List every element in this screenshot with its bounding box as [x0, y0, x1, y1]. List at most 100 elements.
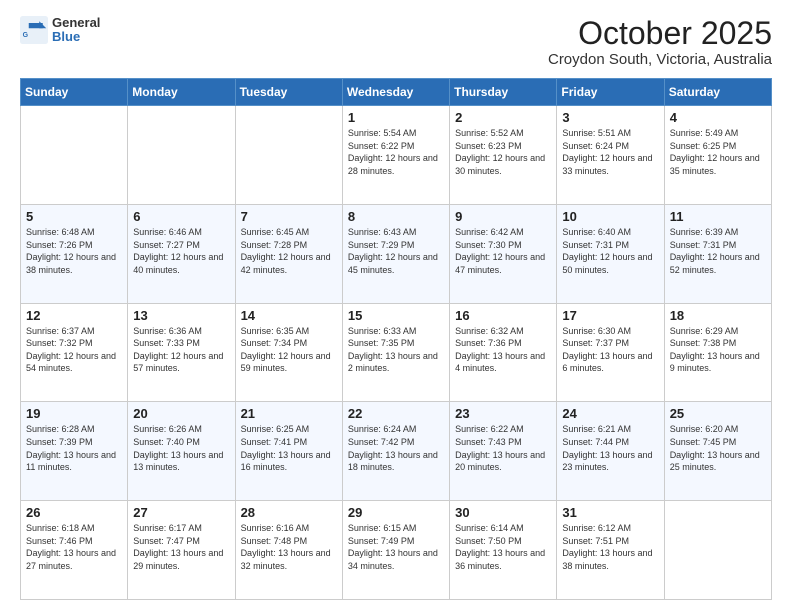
- day-info: Sunrise: 6:32 AM Sunset: 7:36 PM Dayligh…: [455, 325, 551, 375]
- page: G General Blue October 2025 Croydon Sout…: [0, 0, 792, 612]
- day-number: 27: [133, 505, 229, 520]
- day-number: 26: [26, 505, 122, 520]
- calendar-cell: 28 Sunrise: 6:16 AM Sunset: 7:48 PM Dayli…: [235, 501, 342, 600]
- day-number: 30: [455, 505, 551, 520]
- calendar-cell: [664, 501, 771, 600]
- day-info: Sunrise: 6:33 AM Sunset: 7:35 PM Dayligh…: [348, 325, 444, 375]
- calendar-cell: 7 Sunrise: 6:45 AM Sunset: 7:28 PM Daylig…: [235, 204, 342, 303]
- day-number: 28: [241, 505, 337, 520]
- header-day-sunday: Sunday: [21, 79, 128, 106]
- calendar-cell: 14 Sunrise: 6:35 AM Sunset: 7:34 PM Dayli…: [235, 303, 342, 402]
- day-number: 23: [455, 406, 551, 421]
- day-number: 29: [348, 505, 444, 520]
- calendar-cell: [21, 106, 128, 205]
- calendar-cell: 29 Sunrise: 6:15 AM Sunset: 7:49 PM Dayli…: [342, 501, 449, 600]
- day-info: Sunrise: 6:39 AM Sunset: 7:31 PM Dayligh…: [670, 226, 766, 276]
- logo-general: General: [52, 16, 100, 30]
- day-number: 10: [562, 209, 658, 224]
- day-number: 20: [133, 406, 229, 421]
- calendar-cell: 19Sunrise: 6:28 AM Sunset: 7:39 PM Dayli…: [21, 402, 128, 501]
- calendar-cell: 25Sunrise: 6:20 AM Sunset: 7:45 PM Dayli…: [664, 402, 771, 501]
- calendar-cell: 11 Sunrise: 6:39 AM Sunset: 7:31 PM Dayli…: [664, 204, 771, 303]
- week-row-0: 1 Sunrise: 5:54 AM Sunset: 6:22 PM Daylig…: [21, 106, 772, 205]
- day-info: Sunrise: 6:24 AM Sunset: 7:42 PM Dayligh…: [348, 423, 444, 473]
- day-number: 1: [348, 110, 444, 125]
- calendar-cell: 1 Sunrise: 5:54 AM Sunset: 6:22 PM Daylig…: [342, 106, 449, 205]
- week-row-1: 5Sunrise: 6:48 AM Sunset: 7:26 PM Daylig…: [21, 204, 772, 303]
- day-number: 24: [562, 406, 658, 421]
- calendar-cell: 8 Sunrise: 6:43 AM Sunset: 7:29 PM Daylig…: [342, 204, 449, 303]
- page-subtitle: Croydon South, Victoria, Australia: [548, 51, 772, 68]
- header: G General Blue October 2025 Croydon Sout…: [20, 16, 772, 68]
- day-number: 8: [348, 209, 444, 224]
- header-day-monday: Monday: [128, 79, 235, 106]
- day-info: Sunrise: 6:15 AM Sunset: 7:49 PM Dayligh…: [348, 522, 444, 572]
- day-info: Sunrise: 6:36 AM Sunset: 7:33 PM Dayligh…: [133, 325, 229, 375]
- calendar-cell: 15 Sunrise: 6:33 AM Sunset: 7:35 PM Dayli…: [342, 303, 449, 402]
- day-number: 2: [455, 110, 551, 125]
- calendar-cell: 5Sunrise: 6:48 AM Sunset: 7:26 PM Daylig…: [21, 204, 128, 303]
- calendar-cell: 26Sunrise: 6:18 AM Sunset: 7:46 PM Dayli…: [21, 501, 128, 600]
- day-info: Sunrise: 6:30 AM Sunset: 7:37 PM Dayligh…: [562, 325, 658, 375]
- week-row-4: 26Sunrise: 6:18 AM Sunset: 7:46 PM Dayli…: [21, 501, 772, 600]
- day-info: Sunrise: 6:37 AM Sunset: 7:32 PM Dayligh…: [26, 325, 122, 375]
- week-row-2: 12 Sunrise: 6:37 AM Sunset: 7:32 PM Dayli…: [21, 303, 772, 402]
- day-info: Sunrise: 6:46 AM Sunset: 7:27 PM Dayligh…: [133, 226, 229, 276]
- logo-blue: Blue: [52, 30, 100, 44]
- day-number: 9: [455, 209, 551, 224]
- day-number: 14: [241, 308, 337, 323]
- logo: G General Blue: [20, 16, 100, 45]
- day-info: Sunrise: 6:17 AM Sunset: 7:47 PM Dayligh…: [133, 522, 229, 572]
- calendar-cell: 3Sunrise: 5:51 AM Sunset: 6:24 PM Daylig…: [557, 106, 664, 205]
- day-info: Sunrise: 6:25 AM Sunset: 7:41 PM Dayligh…: [241, 423, 337, 473]
- day-number: 21: [241, 406, 337, 421]
- day-info: Sunrise: 6:16 AM Sunset: 7:48 PM Dayligh…: [241, 522, 337, 572]
- day-number: 7: [241, 209, 337, 224]
- day-number: 15: [348, 308, 444, 323]
- calendar-table: SundayMondayTuesdayWednesdayThursdayFrid…: [20, 78, 772, 600]
- day-info: Sunrise: 5:52 AM Sunset: 6:23 PM Dayligh…: [455, 127, 551, 177]
- calendar-cell: 23 Sunrise: 6:22 AM Sunset: 7:43 PM Dayli…: [450, 402, 557, 501]
- day-info: Sunrise: 6:21 AM Sunset: 7:44 PM Dayligh…: [562, 423, 658, 473]
- calendar-cell: 18Sunrise: 6:29 AM Sunset: 7:38 PM Dayli…: [664, 303, 771, 402]
- week-row-3: 19Sunrise: 6:28 AM Sunset: 7:39 PM Dayli…: [21, 402, 772, 501]
- header-day-saturday: Saturday: [664, 79, 771, 106]
- day-info: Sunrise: 6:40 AM Sunset: 7:31 PM Dayligh…: [562, 226, 658, 276]
- header-day-thursday: Thursday: [450, 79, 557, 106]
- day-info: Sunrise: 5:54 AM Sunset: 6:22 PM Dayligh…: [348, 127, 444, 177]
- days-row: SundayMondayTuesdayWednesdayThursdayFrid…: [21, 79, 772, 106]
- calendar-cell: 21 Sunrise: 6:25 AM Sunset: 7:41 PM Dayli…: [235, 402, 342, 501]
- calendar-cell: 30 Sunrise: 6:14 AM Sunset: 7:50 PM Dayli…: [450, 501, 557, 600]
- calendar-body: 1 Sunrise: 5:54 AM Sunset: 6:22 PM Daylig…: [21, 106, 772, 600]
- day-info: Sunrise: 6:43 AM Sunset: 7:29 PM Dayligh…: [348, 226, 444, 276]
- header-day-tuesday: Tuesday: [235, 79, 342, 106]
- calendar-cell: 12 Sunrise: 6:37 AM Sunset: 7:32 PM Dayli…: [21, 303, 128, 402]
- day-number: 11: [670, 209, 766, 224]
- calendar-cell: 27 Sunrise: 6:17 AM Sunset: 7:47 PM Dayli…: [128, 501, 235, 600]
- day-info: Sunrise: 6:35 AM Sunset: 7:34 PM Dayligh…: [241, 325, 337, 375]
- day-info: Sunrise: 6:45 AM Sunset: 7:28 PM Dayligh…: [241, 226, 337, 276]
- day-number: 17: [562, 308, 658, 323]
- day-number: 19: [26, 406, 122, 421]
- calendar-cell: 2 Sunrise: 5:52 AM Sunset: 6:23 PM Daylig…: [450, 106, 557, 205]
- day-info: Sunrise: 6:14 AM Sunset: 7:50 PM Dayligh…: [455, 522, 551, 572]
- calendar-cell: 6Sunrise: 6:46 AM Sunset: 7:27 PM Daylig…: [128, 204, 235, 303]
- day-number: 22: [348, 406, 444, 421]
- day-number: 4: [670, 110, 766, 125]
- header-day-wednesday: Wednesday: [342, 79, 449, 106]
- calendar-cell: 4 Sunrise: 5:49 AM Sunset: 6:25 PM Daylig…: [664, 106, 771, 205]
- calendar-cell: 22 Sunrise: 6:24 AM Sunset: 7:42 PM Dayli…: [342, 402, 449, 501]
- calendar-cell: 9Sunrise: 6:42 AM Sunset: 7:30 PM Daylig…: [450, 204, 557, 303]
- day-info: Sunrise: 6:12 AM Sunset: 7:51 PM Dayligh…: [562, 522, 658, 572]
- day-info: Sunrise: 5:49 AM Sunset: 6:25 PM Dayligh…: [670, 127, 766, 177]
- title-block: October 2025 Croydon South, Victoria, Au…: [548, 16, 772, 68]
- calendar-cell: 24 Sunrise: 6:21 AM Sunset: 7:44 PM Dayli…: [557, 402, 664, 501]
- day-info: Sunrise: 6:20 AM Sunset: 7:45 PM Dayligh…: [670, 423, 766, 473]
- day-number: 12: [26, 308, 122, 323]
- header-day-friday: Friday: [557, 79, 664, 106]
- logo-text: General Blue: [52, 16, 100, 45]
- day-info: Sunrise: 6:48 AM Sunset: 7:26 PM Dayligh…: [26, 226, 122, 276]
- calendar-cell: 13Sunrise: 6:36 AM Sunset: 7:33 PM Dayli…: [128, 303, 235, 402]
- day-info: Sunrise: 6:22 AM Sunset: 7:43 PM Dayligh…: [455, 423, 551, 473]
- day-info: Sunrise: 5:51 AM Sunset: 6:24 PM Dayligh…: [562, 127, 658, 177]
